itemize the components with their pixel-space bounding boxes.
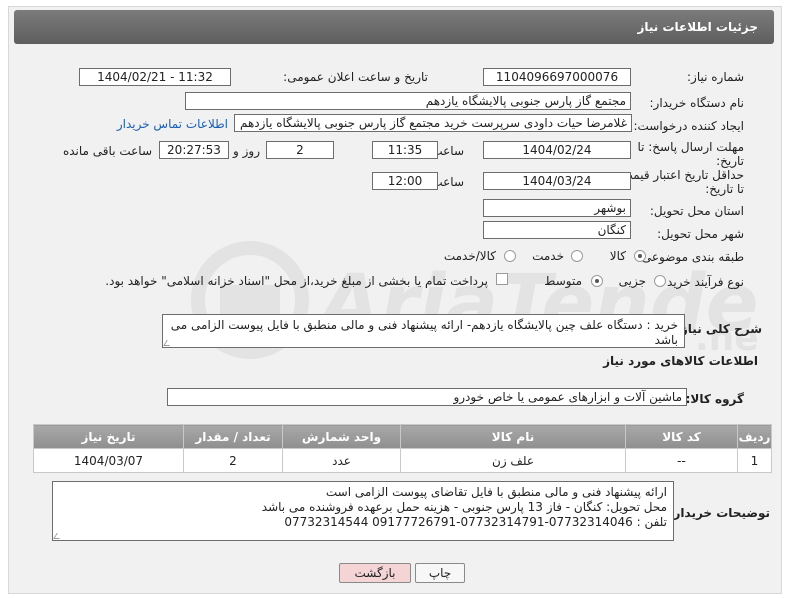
goods-group-field: ماشین آلات و ابزارهای عمومی یا خاص خودرو (167, 388, 687, 406)
treasury-payment-note: پرداخت تمام یا بخشی از مبلغ خرید،از محل … (105, 274, 488, 288)
description-textarea: خرید : دستگاه علف چین پالایشگاه یازدهم- … (162, 314, 685, 348)
remaining-time-field: 20:27:53 (159, 141, 229, 159)
category-radio-goods[interactable] (634, 250, 646, 262)
cell-unit: عدد (282, 448, 401, 473)
table-row: 1 -- علف زن عدد 2 1404/03/07 (33, 448, 772, 473)
col-unit: واحد شمارش (282, 424, 401, 449)
goods-group-label: گروه کالا: (685, 392, 744, 406)
print-button[interactable]: چاپ (415, 563, 465, 583)
requester-field: غلامرضا حیات داودی سرپرست خرید مجتمع گاز… (234, 114, 632, 132)
col-qty: تعداد / مقدار (183, 424, 283, 449)
resize-handle[interactable] (163, 340, 173, 346)
cell-date: 1404/03/07 (33, 448, 184, 473)
col-code: کد کالا (625, 424, 738, 449)
category-radio-goods-service[interactable] (504, 250, 516, 262)
buyer-notes-label: توضیحات خریدار: (668, 506, 770, 520)
description-text: خرید : دستگاه علف چین پالایشگاه یازدهم- … (170, 318, 678, 347)
category-option-goods-service: کالا/خدمت (443, 249, 496, 263)
col-row: ردیف (737, 424, 772, 449)
table-header-row: ردیف کد کالا نام کالا واحد شمارش تعداد /… (33, 424, 772, 449)
deadline-time-field: 11:35 (372, 141, 438, 159)
goods-section-title: اطلاعات کالاهای مورد نیاز (603, 354, 758, 368)
remaining-time-label: ساعت باقی مانده (62, 144, 152, 158)
cell-name: علف زن (400, 448, 626, 473)
need-number-label: شماره نیاز: (687, 70, 744, 84)
cell-row: 1 (737, 448, 772, 473)
days-remaining-field: 2 (266, 141, 334, 159)
need-number-field: 1104096697000076 (483, 68, 631, 86)
deadline-date-field: 1404/02/24 (483, 141, 631, 159)
province-label: استان محل تحویل: (649, 204, 744, 218)
requester-label: ایجاد کننده درخواست: (633, 119, 744, 133)
city-field: کنگان (483, 221, 631, 239)
deadline-label-line2: تاریخ: (716, 154, 744, 168)
announce-label: تاریخ و ساعت اعلان عمومی: (283, 70, 428, 84)
back-button[interactable]: بازگشت (339, 563, 411, 583)
process-option-minor: جزیی (618, 274, 646, 288)
cell-code: -- (625, 448, 738, 473)
validity-label-line2: تا تاریخ: (705, 182, 744, 196)
page-header: جزئیات اطلاعات نیاز (14, 10, 774, 44)
cell-qty: 2 (183, 448, 283, 473)
process-label: نوع فرآیند خرید : (659, 275, 744, 289)
col-date: تاریخ نیاز (33, 424, 184, 449)
col-name: نام کالا (400, 424, 626, 449)
resize-handle[interactable] (53, 533, 63, 539)
days-label: روز و (233, 144, 260, 158)
buyer-notes-line: ارائه پیشنهاد فنی و مالی منطبق با فایل ت… (325, 485, 667, 499)
process-radio-minor[interactable] (654, 275, 666, 287)
description-label: شرح کلی نیاز: (676, 322, 762, 336)
process-radio-medium[interactable] (591, 275, 603, 287)
buyer-org-field: مجتمع گاز پارس جنوبی پالایشگاه یازدهم (185, 92, 631, 110)
category-option-service: خدمت (532, 249, 564, 263)
city-label: شهر محل تحویل: (657, 227, 744, 241)
buyer-notes-line: محل تحویل: کنگان - فاز 13 پارس جنوبی - ه… (261, 500, 667, 514)
validity-label-line1: حداقل تاریخ اعتبار قیمت: (617, 168, 744, 182)
buyer-notes-textarea: ارائه پیشنهاد فنی و مالی منطبق با فایل ت… (52, 481, 674, 541)
page-title: جزئیات اطلاعات نیاز (637, 20, 758, 34)
buyer-contact-link[interactable]: اطلاعات تماس خریدار (117, 117, 228, 131)
deadline-label-line1: مهلت ارسال پاسخ: تا (637, 140, 744, 154)
validity-time-field: 12:00 (372, 172, 438, 190)
province-field: بوشهر (483, 199, 631, 217)
buyer-notes-line: تلفن : 07732314046-0773231479‌1-09177726… (284, 515, 667, 529)
treasury-payment-checkbox[interactable] (496, 273, 508, 285)
category-label: طبقه بندی موضوعی: (637, 250, 744, 264)
buyer-org-label: نام دستگاه خریدار: (649, 96, 745, 110)
goods-table: ردیف کد کالا نام کالا واحد شمارش تعداد /… (33, 424, 772, 473)
announce-datetime-field: 1404/02/21 - 11:32 (79, 68, 231, 86)
validity-date-field: 1404/03/24 (483, 172, 631, 190)
category-option-goods: کالا (609, 249, 626, 263)
process-option-medium: متوسط (544, 274, 582, 288)
category-radio-service[interactable] (571, 250, 583, 262)
